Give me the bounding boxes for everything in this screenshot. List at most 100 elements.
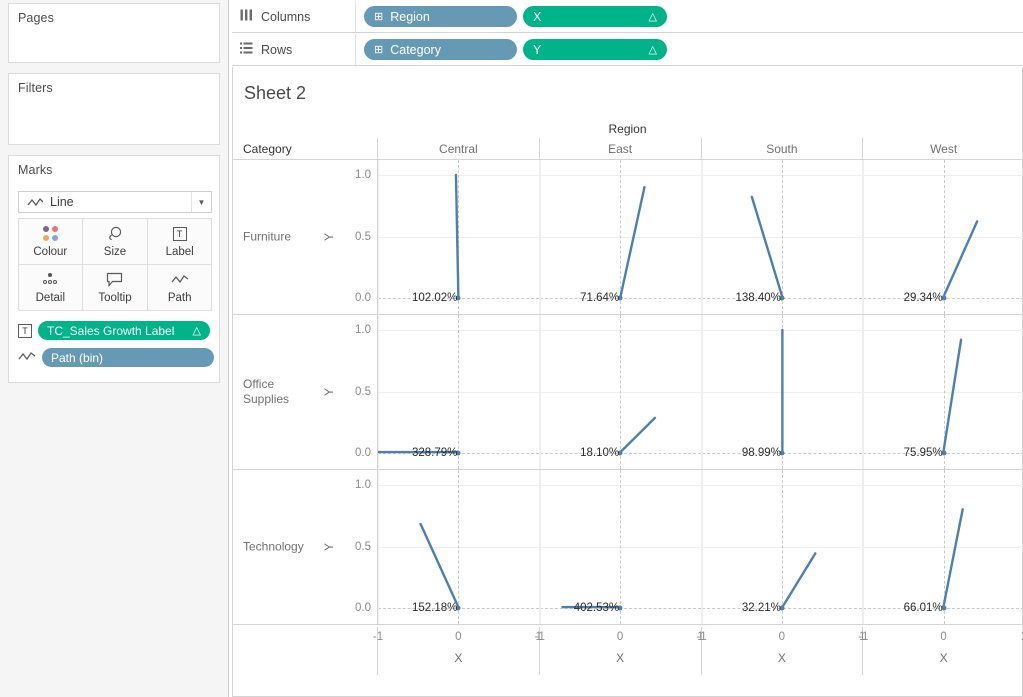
columns-shelf-pills: ⊞ Region X △ (356, 6, 667, 27)
columns-shelf[interactable]: Columns ⊞ Region X △ (232, 1, 1023, 33)
panel-office-supplies-south[interactable]: 98.99% (701, 315, 864, 470)
x-axis-title[interactable]: X (702, 651, 863, 665)
mark-data-label: 71.64% (580, 292, 620, 304)
worksheet-view: Sheet 2 Region Category Central East South… (232, 67, 1023, 697)
pill-y[interactable]: Y △ (523, 39, 667, 60)
panel-furniture-central[interactable]: 102.02% (378, 160, 540, 315)
row-header-technology[interactable]: Technology (243, 540, 323, 555)
row-header-office-supplies[interactable]: Office Supplies (243, 377, 323, 407)
column-header-south[interactable]: South (702, 138, 864, 159)
rows-shelf-label-area: Rows (232, 34, 356, 65)
marks-detail-button[interactable]: Detail (17, 263, 84, 311)
marks-card-title: Marks (18, 163, 53, 177)
panel-furniture-east[interactable]: 71.64% (539, 160, 702, 315)
marks-tooltip-label: Tooltip (98, 291, 132, 304)
columns-shelf-label: Columns (261, 9, 311, 24)
column-field-caption[interactable]: Region (233, 122, 1022, 136)
panel-technology-south[interactable]: 32.21% (701, 470, 864, 625)
pill-tc-sales-growth-label[interactable]: TC_Sales Growth Label △ (38, 321, 210, 340)
line-mark (540, 470, 701, 624)
hierarchy-plus-icon[interactable]: ⊞ (374, 43, 383, 56)
label-t-icon: T (18, 323, 32, 338)
marks-path-button[interactable]: Path (146, 263, 213, 311)
panel-technology-central[interactable]: 152.18% (378, 470, 540, 625)
panel-furniture-south[interactable]: 138.40% (701, 160, 864, 315)
row-axis-gutter: Technology Y 0.0 0.5 1.0 (233, 470, 378, 625)
row-axis-gutter: Office Supplies Y 0.0 0.5 1.0 (233, 315, 378, 470)
line-mark (863, 160, 1023, 314)
hierarchy-plus-icon[interactable]: ⊞ (374, 10, 383, 23)
filters-card-title: Filters (18, 81, 53, 95)
mark-data-label: 152.18% (411, 602, 458, 614)
x-tick-label: 0 (616, 631, 624, 643)
rows-shelf[interactable]: Rows ⊞ Category Y △ (232, 34, 1023, 66)
line-mark (378, 315, 539, 469)
marks-card[interactable]: Marks Line ▼ Colour Size T Label Detail … (8, 155, 220, 383)
panel-office-supplies-west[interactable]: 75.95% (863, 315, 1023, 470)
columns-shelf-icon (240, 9, 253, 24)
path-line-icon (171, 271, 189, 289)
line-mark (702, 315, 863, 469)
chart-plot-area: Furniture Y 0.0 0.5 1.0 102.02% 71.64% 138.40% 2… (233, 160, 1023, 627)
panel-office-supplies-central[interactable]: 328.79% (378, 315, 540, 470)
column-header-east[interactable]: East (540, 138, 702, 159)
detail-dots-icon (41, 271, 59, 289)
x-axis-title[interactable]: X (863, 651, 1023, 665)
x-axis-title[interactable]: X (540, 651, 701, 665)
marks-colour-button[interactable]: Colour (17, 217, 84, 265)
panel-technology-west[interactable]: 66.01% (863, 470, 1023, 625)
pill-region[interactable]: ⊞ Region (364, 6, 517, 27)
rows-shelf-pills: ⊞ Category Y △ (356, 39, 667, 60)
x-axis-area: -101X-101X-101X-101X (233, 627, 1023, 675)
panel-office-supplies-east[interactable]: 18.10% (539, 315, 702, 470)
line-mark (863, 470, 1023, 624)
line-mark (540, 160, 701, 314)
x-axis-title[interactable]: X (378, 651, 539, 665)
pill-agg-icon: △ (192, 325, 201, 337)
chevron-down-icon[interactable]: ▼ (191, 192, 211, 212)
y-tick-label: 1.0 (355, 479, 371, 491)
panel-technology-east[interactable]: 402.53% (539, 470, 702, 625)
rows-shelf-label: Rows (261, 42, 293, 57)
filters-card[interactable]: Filters (8, 73, 220, 145)
y-tick-label: 0.0 (355, 447, 371, 459)
column-header-central[interactable]: Central (378, 138, 540, 159)
panel-furniture-west[interactable]: 29.34% (863, 160, 1023, 315)
chart-row-technology: Technology Y 0.0 0.5 1.0 152.18% 402.53% 32.21%… (233, 470, 1023, 625)
marks-size-button[interactable]: Size (82, 217, 148, 265)
y-axis-ticks: 0.0 0.5 1.0 (331, 470, 371, 624)
mark-data-label: 98.99% (741, 447, 781, 459)
mark-type-dropdown[interactable]: Line ▼ (18, 191, 212, 213)
mark-data-label: 29.34% (903, 292, 943, 304)
marks-detail-label: Detail (35, 291, 66, 304)
pages-card[interactable]: Pages (8, 3, 220, 63)
columns-shelf-label-area: Columns (232, 1, 356, 32)
y-tick-label: 0.5 (355, 385, 371, 398)
marks-label-pill-row: T TC_Sales Growth Label △ (18, 321, 210, 340)
pill-category-text: Category (390, 42, 441, 57)
column-header-west[interactable]: West (863, 138, 1023, 159)
marks-label-button[interactable]: T Label (146, 217, 213, 265)
x-tick-label: -1 (534, 631, 545, 643)
row-panels: 152.18% 402.53% 32.21% 66.01% (378, 470, 1023, 625)
pill-x-text: X (533, 9, 542, 24)
mark-data-label: 75.95% (903, 447, 943, 459)
pill-path-bin[interactable]: Path (bin) (42, 348, 214, 367)
rows-shelf-icon (240, 42, 253, 57)
pages-card-title: Pages (18, 11, 54, 25)
mark-data-label: 138.40% (735, 292, 781, 304)
y-tick-label: 0.0 (355, 292, 371, 304)
pill-region-text: Region (390, 9, 430, 24)
line-mark (702, 470, 863, 624)
x-tick-label: -1 (696, 631, 707, 643)
pill-category[interactable]: ⊞ Category (364, 39, 517, 60)
x-axis-panel-central: -1 0 1 X (373, 627, 542, 675)
marks-tooltip-button[interactable]: Tooltip (82, 263, 148, 311)
page-title[interactable]: Sheet 2 (244, 83, 306, 104)
x-axis-panel-west: -101X (858, 627, 1023, 675)
row-header-furniture[interactable]: Furniture (243, 230, 323, 245)
left-pane: Pages Filters Marks Line ▼ Colour Size T… (0, 0, 229, 697)
row-field-caption[interactable]: Category (233, 138, 378, 159)
pill-x[interactable]: X △ (523, 6, 667, 27)
path-line-icon (18, 351, 36, 365)
